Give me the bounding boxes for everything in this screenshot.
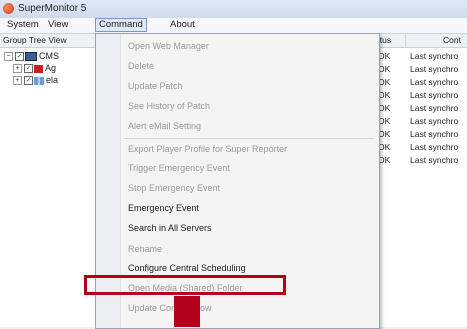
column-header-content[interactable]: Cont bbox=[443, 35, 461, 45]
menu-item-delete[interactable]: Delete bbox=[128, 59, 154, 74]
menu-bar: System View Command About bbox=[0, 18, 467, 34]
tree-node-label: CMS bbox=[39, 51, 59, 61]
highlight-callout-frame bbox=[84, 275, 286, 295]
expand-icon[interactable]: + bbox=[13, 76, 22, 86]
highlight-callout-pointer bbox=[174, 296, 200, 327]
title-bar: SuperMonitor 5 bbox=[0, 0, 467, 19]
app-icon bbox=[3, 3, 14, 14]
content-cell: Last synchro bbox=[410, 129, 459, 139]
checkbox[interactable]: ✓ bbox=[24, 64, 33, 74]
content-cell: Last synchro bbox=[410, 116, 459, 126]
expand-icon[interactable]: + bbox=[13, 64, 22, 74]
menu-item-update-patch[interactable]: Update Patch bbox=[128, 79, 183, 94]
player-icon bbox=[34, 64, 43, 73]
menu-item-export-player-profile[interactable]: Export Player Profile for Super Reporter bbox=[128, 142, 287, 157]
checkbox[interactable]: ✓ bbox=[24, 76, 33, 86]
menu-item-stop-emergency-event[interactable]: Stop Emergency Event bbox=[128, 181, 220, 196]
tree-node-cms[interactable]: − ✓ CMS bbox=[4, 50, 59, 62]
tree-node-ag[interactable]: + ✓ Ag bbox=[13, 62, 56, 74]
menu-item-see-history-of-patch[interactable]: See History of Patch bbox=[128, 99, 210, 114]
window-title: SuperMonitor 5 bbox=[18, 3, 87, 14]
checkbox[interactable]: ✓ bbox=[15, 52, 24, 62]
content-cell: Last synchro bbox=[410, 64, 459, 74]
content-cell: Last synchro bbox=[410, 77, 459, 87]
collapse-icon[interactable]: − bbox=[4, 52, 13, 62]
tree-node-label: Ag bbox=[45, 63, 57, 73]
content-cell: Last synchro bbox=[410, 90, 459, 100]
content-cell: Last synchro bbox=[410, 51, 459, 61]
menu-view[interactable]: View bbox=[45, 19, 71, 31]
group-icon bbox=[34, 76, 44, 85]
tree-node-ela[interactable]: + ✓ ela bbox=[13, 74, 58, 86]
content-cell: Last synchro bbox=[410, 142, 459, 152]
menu-system[interactable]: System bbox=[4, 19, 42, 31]
menu-separator bbox=[124, 138, 374, 139]
menu-command[interactable]: Command bbox=[95, 18, 147, 32]
content-cell: Last synchro bbox=[410, 103, 459, 113]
menu-item-trigger-emergency-event[interactable]: Trigger Emergency Event bbox=[128, 161, 230, 176]
column-divider[interactable] bbox=[405, 34, 406, 47]
menu-item-alert-email-setting[interactable]: Alert eMail Setting bbox=[128, 119, 201, 134]
menu-about[interactable]: About bbox=[167, 19, 198, 31]
content-cell: Last synchro bbox=[410, 155, 459, 165]
menu-item-emergency-event[interactable]: Emergency Event bbox=[128, 201, 199, 216]
menu-item-open-web-manager[interactable]: Open Web Manager bbox=[128, 39, 209, 54]
menu-item-search-in-all-servers[interactable]: Search in All Servers bbox=[128, 221, 212, 236]
tree-node-label: ela bbox=[46, 75, 59, 85]
menu-item-configure-central-scheduling[interactable]: Configure Central Scheduling bbox=[128, 261, 246, 276]
menu-item-rename[interactable]: Rename bbox=[128, 242, 162, 257]
monitor-icon bbox=[25, 52, 37, 62]
